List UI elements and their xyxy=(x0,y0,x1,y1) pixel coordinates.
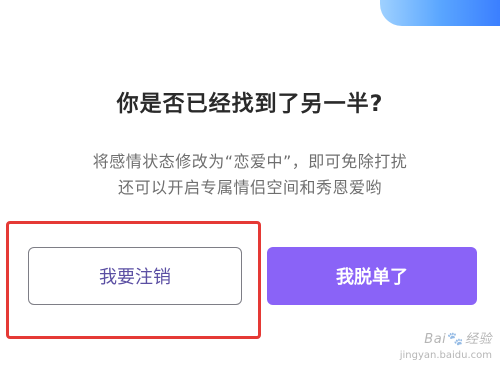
watermark: Bai🐾经验 xyxy=(424,328,492,347)
dialog-title: 你是否已经找到了另一半? xyxy=(116,92,384,117)
watermark-url: jingyan.baidu.com xyxy=(399,350,492,361)
dialog-description-line-1: 将感情状态修改为“恋爱中”，即可免除打扰 xyxy=(92,152,408,171)
dialog-description-line-2: 还可以开启专属情侣空间和秀恩爱哟 xyxy=(117,178,382,197)
paw-icon: 🐾 xyxy=(447,332,464,347)
watermark-text-right: 经验 xyxy=(464,332,492,347)
watermark-text-left: Bai xyxy=(424,332,447,347)
cancel-account-button[interactable]: 我要注销 xyxy=(28,247,242,305)
confirm-single-button[interactable]: 我脱单了 xyxy=(267,247,477,305)
dialog: 你是否已经找到了另一半? 将感情状态修改为“恋爱中”，即可免除打扰 还可以开启专… xyxy=(0,0,500,365)
header-decoration xyxy=(380,0,500,26)
